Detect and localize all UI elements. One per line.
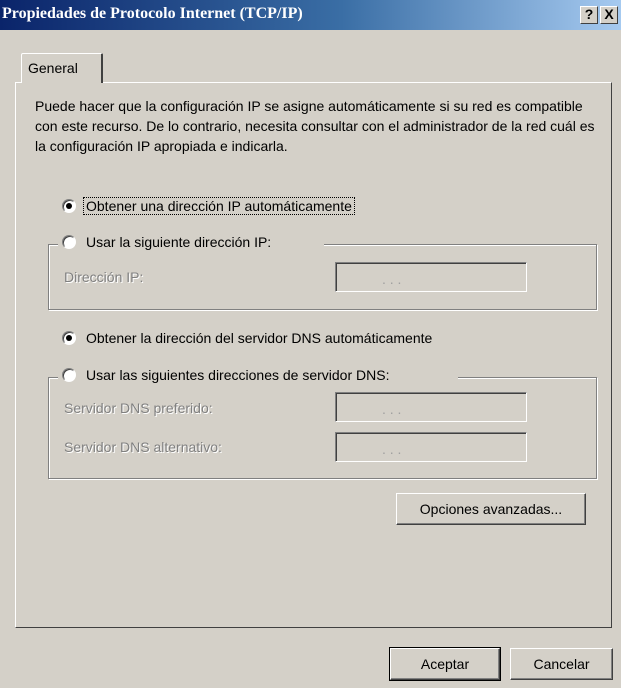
ip-auto-label: Obtener una dirección IP automáticamente xyxy=(83,197,355,215)
help-button[interactable]: ? xyxy=(580,6,598,24)
dns-alternate-dots: . . . xyxy=(382,441,402,457)
dns-manual-radio[interactable] xyxy=(62,368,76,382)
ok-button[interactable]: Aceptar xyxy=(389,647,501,681)
ip-address-dots: . . . xyxy=(382,271,402,287)
window-title: Propiedades de Protocolo Internet (TCP/I… xyxy=(2,5,303,22)
dns-alternate-field[interactable]: . . . xyxy=(335,432,527,462)
dns-preferred-field[interactable]: . . . xyxy=(335,392,527,422)
close-button[interactable]: X xyxy=(600,6,618,24)
ip-auto-radio[interactable] xyxy=(62,199,76,213)
dns-preferred-dots: . . . xyxy=(382,401,402,417)
dns-manual-label: Usar las siguientes direcciones de servi… xyxy=(86,367,390,383)
advanced-options-button[interactable]: Opciones avanzadas... xyxy=(396,493,586,525)
tab-general-label: General xyxy=(28,60,78,76)
dns-alternate-label: Servidor DNS alternativo: xyxy=(64,439,222,455)
ip-manual-label: Usar la siguiente dirección IP: xyxy=(86,234,272,250)
dns-preferred-label: Servidor DNS preferido: xyxy=(64,400,213,416)
ip-manual-radio[interactable] xyxy=(62,235,76,249)
description-text: Puede hacer que la configuración IP se a… xyxy=(35,98,595,154)
tab-general[interactable]: General xyxy=(21,53,103,83)
tab-panel xyxy=(15,82,612,628)
dns-auto-label: Obtener la dirección del servidor DNS au… xyxy=(86,330,433,346)
dns-auto-radio[interactable] xyxy=(62,331,76,345)
ip-address-label: Dirección IP: xyxy=(64,269,144,285)
title-bar: Propiedades de Protocolo Internet (TCP/I… xyxy=(0,0,621,30)
cancel-button[interactable]: Cancelar xyxy=(510,648,613,680)
ip-address-field[interactable]: . . . xyxy=(335,262,527,292)
